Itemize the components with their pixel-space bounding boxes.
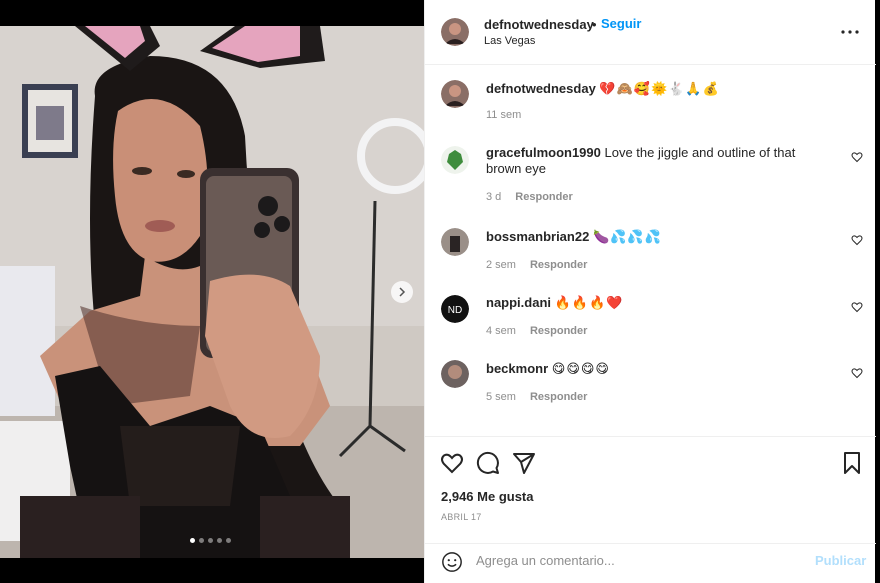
carousel-dot — [217, 538, 222, 543]
heart-icon[interactable] — [440, 451, 464, 475]
avatar[interactable] — [441, 80, 469, 108]
caption-text: defnotwednesday 💔🙈🥰🌞🐇🙏💰 — [486, 81, 826, 97]
post-modal: defnotwednesday • Seguir Las Vegas defno… — [0, 0, 876, 583]
caption-username[interactable]: defnotwednesday — [486, 81, 596, 96]
carousel-dot — [208, 538, 213, 543]
post-side-panel: defnotwednesday • Seguir Las Vegas defno… — [424, 0, 876, 583]
comment-text: gracefulmoon1990 Love the jiggle and out… — [486, 145, 826, 177]
heart-icon[interactable] — [851, 367, 863, 379]
heart-icon[interactable] — [851, 234, 863, 246]
carousel-dot — [226, 538, 231, 543]
avatar[interactable] — [441, 146, 469, 174]
likes-count[interactable]: 2,946 Me gusta — [441, 489, 534, 504]
caption-meta: 11 sem — [486, 109, 521, 121]
post-photo — [0, 26, 424, 558]
comment-username[interactable]: beckmonr — [486, 361, 548, 376]
comment-composer: Publicar — [425, 543, 876, 583]
more-options-icon[interactable] — [840, 22, 860, 42]
post-location[interactable]: Las Vegas — [484, 35, 535, 47]
heart-icon[interactable] — [851, 151, 863, 163]
comment-body: 🔥🔥🔥❤️ — [554, 295, 624, 310]
comment-username[interactable]: bossmanbrian22 — [486, 229, 589, 244]
post-actions: 2,946 Me gusta ABRIL 17 — [425, 436, 876, 543]
chevron-right-icon — [399, 287, 406, 297]
comment-time: 2 sem — [486, 259, 516, 271]
comment-text: beckmonr 😋😋😋😋 — [486, 361, 826, 377]
bookmark-icon[interactable] — [840, 451, 864, 475]
author-username[interactable]: defnotwednesday — [484, 17, 594, 32]
carousel-dots — [190, 538, 231, 543]
avatar[interactable] — [441, 360, 469, 388]
comment-time: 3 d — [486, 191, 502, 203]
caption-emojis: 💔🙈🥰🌞🐇🙏💰 — [599, 81, 720, 96]
carousel-dot — [199, 538, 204, 543]
comment-meta: 4 sem Responder — [486, 325, 587, 337]
publish-button[interactable]: Publicar — [815, 553, 866, 568]
comment-time: 4 sem — [486, 325, 516, 337]
avatar[interactable]: ND — [441, 295, 469, 323]
emoji-icon[interactable] — [441, 551, 463, 573]
comment-username[interactable]: gracefulmoon1990 — [486, 145, 601, 160]
svg-text:ND: ND — [448, 305, 462, 316]
heart-icon[interactable] — [851, 301, 863, 313]
reply-button[interactable]: Responder — [515, 191, 572, 203]
comment-time: 5 sem — [486, 391, 516, 403]
avatar[interactable] — [441, 228, 469, 256]
reply-button[interactable]: Responder — [530, 391, 587, 403]
comments-list[interactable]: defnotwednesday 💔🙈🥰🌞🐇🙏💰 11 sem gracefulm… — [425, 66, 876, 436]
next-image-button[interactable] — [391, 281, 413, 303]
comment-meta: 3 d Responder — [486, 191, 573, 203]
share-icon[interactable] — [512, 451, 536, 475]
comment-body: 😋😋😋😋 — [551, 361, 610, 376]
comment-meta: 5 sem Responder — [486, 391, 587, 403]
comment-body: 🍆💦💦💦 — [592, 229, 662, 244]
post-date: ABRIL 17 — [441, 512, 482, 522]
author-avatar[interactable] — [441, 18, 469, 46]
comment-username[interactable]: nappi.dani — [486, 295, 551, 310]
post-media[interactable] — [0, 26, 424, 558]
header-separator: • — [592, 17, 597, 32]
reply-button[interactable]: Responder — [530, 325, 587, 337]
comment-meta: 2 sem Responder — [486, 259, 587, 271]
comment-text: nappi.dani 🔥🔥🔥❤️ — [486, 295, 826, 311]
comment-input[interactable] — [476, 547, 796, 573]
follow-button[interactable]: Seguir — [601, 16, 641, 31]
comment-text: bossmanbrian22 🍆💦💦💦 — [486, 229, 826, 245]
carousel-dot — [190, 538, 195, 543]
reply-button[interactable]: Responder — [530, 259, 587, 271]
caption-time: 11 sem — [486, 109, 522, 121]
post-header: defnotwednesday • Seguir Las Vegas — [425, 0, 876, 65]
comment-icon[interactable] — [476, 451, 500, 475]
